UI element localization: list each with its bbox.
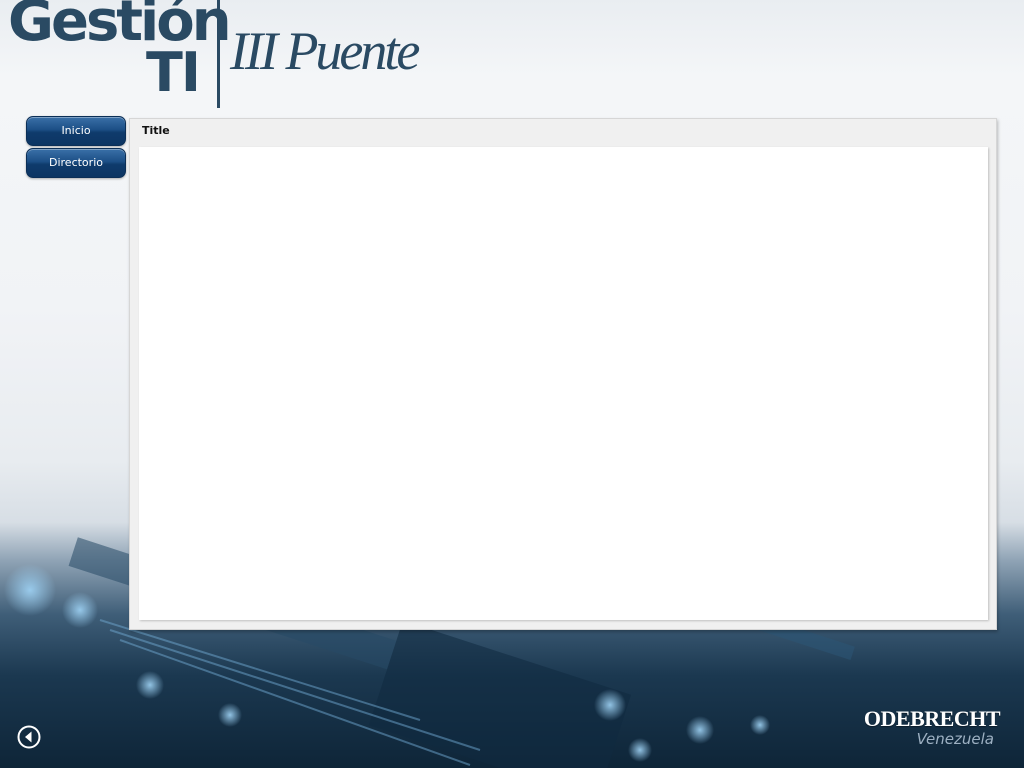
back-arrow-icon[interactable] [17, 725, 41, 749]
logo-subtitle: III Puente [230, 21, 420, 81]
nav-button-directorio[interactable]: Directorio [26, 148, 126, 178]
panel-body [139, 147, 988, 620]
nav-button-inicio[interactable]: Inicio [26, 116, 126, 146]
app-logo: Gestión TI III Puente [6, 0, 456, 110]
brand-subtitle: Venezuela [916, 730, 994, 748]
logo-divider [217, 0, 220, 108]
brand-name: ODEBRECHT [863, 706, 1001, 731]
logo-ti-text: TI [146, 41, 201, 104]
panel-title: Title [142, 124, 170, 137]
sidebar-nav: Inicio Directorio [26, 116, 126, 180]
brand-logo: ODEBRECHT Venezuela [863, 706, 1001, 748]
content-panel: Title [129, 118, 997, 630]
